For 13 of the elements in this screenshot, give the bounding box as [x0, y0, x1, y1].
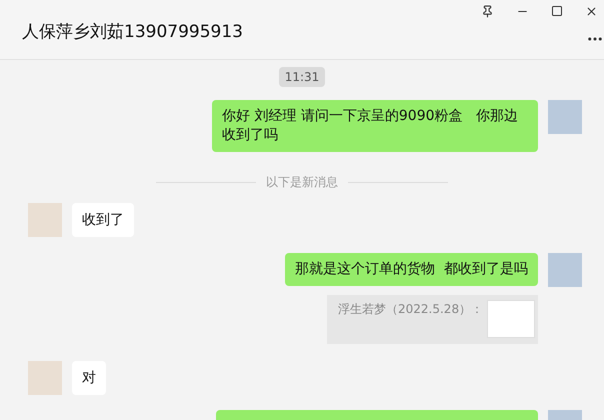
quoted-message[interactable]: 浮生若梦（2022.5.28）：	[327, 295, 538, 344]
quote-sender: 浮生若梦（2022.5.28）：	[338, 301, 484, 318]
pin-icon[interactable]	[481, 5, 494, 18]
window-title: 人保萍乡刘茹13907995913	[21, 21, 243, 44]
close-icon[interactable]	[585, 5, 598, 18]
message-timestamp: 11:31	[278, 67, 326, 87]
incoming-message-bubble: 对	[72, 361, 106, 395]
document-thumbnail	[487, 300, 536, 338]
outgoing-message-bubble: 你好 刘经理 请问一下京呈的9090粉盒 你那边收到了吗	[212, 100, 538, 152]
maximize-icon[interactable]	[551, 5, 563, 17]
incoming-message-bubble: 收到了	[72, 203, 134, 237]
new-messages-divider: 以下是新消息	[266, 174, 338, 191]
outgoing-message-bubble: 那就是这个订单的货物 都收到了是吗	[285, 253, 538, 286]
